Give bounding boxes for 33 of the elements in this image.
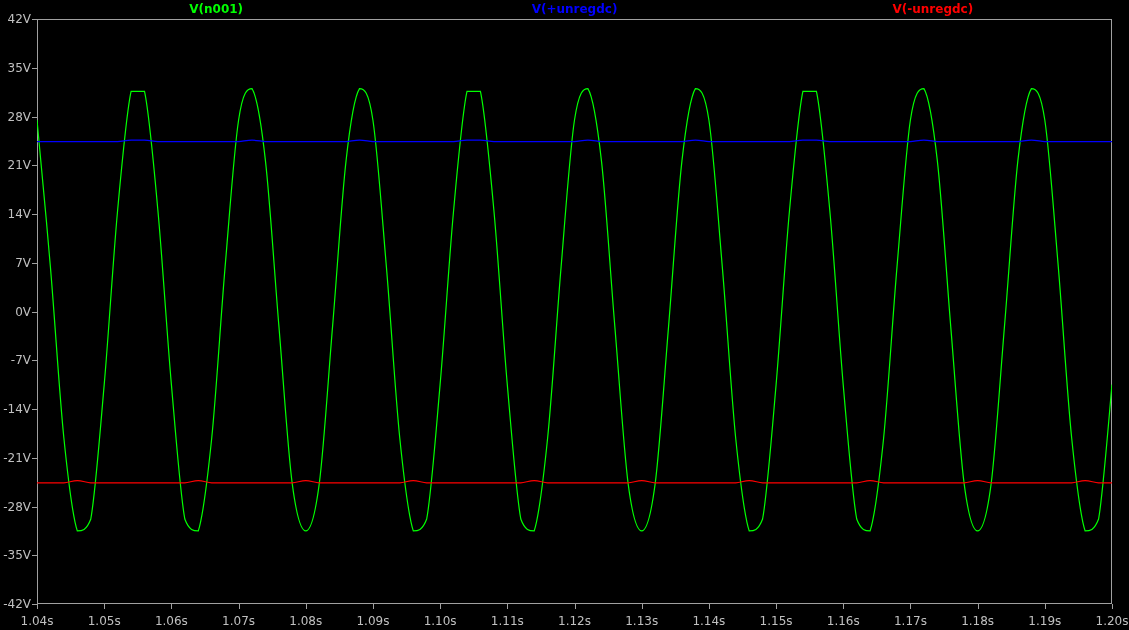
axis-tick-label: 1.18s <box>961 614 995 628</box>
axis-tick-label: 28V <box>7 109 31 124</box>
axis-tick-label: 1.08s <box>289 614 323 628</box>
axis-tick-label: 1.14s <box>692 614 726 628</box>
axis-tick-label: 1.11s <box>490 614 524 628</box>
axis-tick-label: 1.20s <box>1095 614 1129 628</box>
axis-tick-label: 1.05s <box>87 614 121 628</box>
axis-tick-label: 1.12s <box>558 614 591 628</box>
axis-tick-label: 1.16s <box>826 614 860 628</box>
axis-tick-label: -28V <box>3 499 31 514</box>
axis-tick-label: -42V <box>3 597 31 611</box>
legend-label: V(n001) <box>189 2 244 16</box>
axis-tick-label: 1.10s <box>423 614 457 628</box>
legend-label: V(-unregdc) <box>892 2 974 16</box>
axis-tick-label: 42V <box>7 12 31 26</box>
axis-tick-label: 1.13s <box>625 614 659 628</box>
axis-tick-label: 1.06s <box>154 614 188 628</box>
legend-label: V(+unregdc) <box>531 2 618 16</box>
axis-tick-label: -21V <box>3 450 31 465</box>
axis-tick-label: 35V <box>7 60 31 75</box>
axis-tick-label: 1.04s <box>20 614 54 628</box>
axis-tick-label: -14V <box>3 402 31 416</box>
axis-tick-label: 1.07s <box>222 614 256 628</box>
axis-tick-label: 1.19s <box>1028 614 1062 628</box>
axis-tick-label: 21V <box>7 158 31 173</box>
axis-tick-label: 14V <box>7 207 31 221</box>
axis-tick-label: -35V <box>3 548 31 563</box>
axis-tick-label: 7V <box>15 255 31 270</box>
axis-tick-label: 1.15s <box>759 614 793 628</box>
axis-tick-label: 1.09s <box>356 614 390 628</box>
axis-tick-label: 0V <box>15 304 31 319</box>
axis-tick-label: -7V <box>10 353 31 368</box>
axis-tick-label: 1.17s <box>893 614 927 628</box>
